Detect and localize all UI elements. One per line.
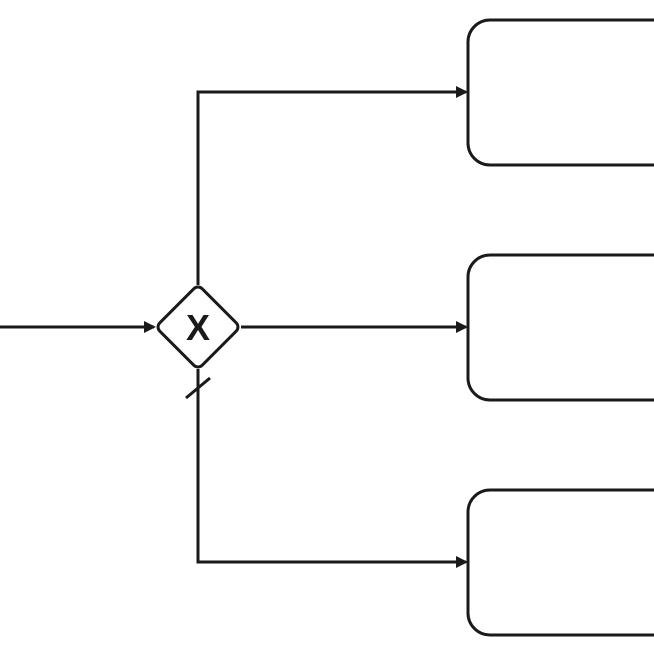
sequence-flow-bottom-default (198, 369, 466, 562)
bpmn-diagram: X (0, 0, 654, 654)
exclusive-gateway: X (156, 285, 241, 370)
gateway-marker: X (186, 307, 210, 348)
task-box-2 (468, 255, 654, 400)
task-box-3 (468, 490, 654, 635)
task-box-1 (468, 20, 654, 165)
sequence-flow-top (198, 92, 466, 285)
